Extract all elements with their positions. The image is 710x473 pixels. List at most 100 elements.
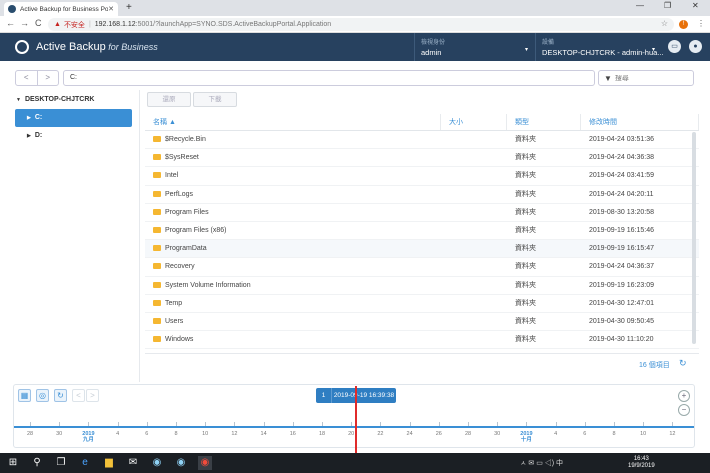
file-modified-text: 2019-04-24 03:51:36 [589, 136, 654, 143]
file-modified: 2019-09-19 16:23:09 [581, 277, 699, 294]
timeline-tick-label: 20 [348, 431, 355, 437]
file-name-text: System Volume Information [165, 281, 251, 289]
system-tray[interactable]: ㅅ ✉ ▭ ◁) 中 [520, 458, 563, 468]
restore-button[interactable]: 還原 [147, 92, 191, 107]
device-selector[interactable]: 設備 DESKTOP-CHJTCRK - admin-hua... ▾ [535, 33, 664, 61]
file-name-text: ProgramData [165, 245, 207, 253]
browser-menu-icon[interactable]: ⋮ [697, 19, 705, 28]
table-row[interactable]: Program Files (x86) 資料夾 2019-09-19 16:15:4… [145, 222, 699, 241]
message-icon[interactable]: ▭ [668, 40, 681, 53]
tab-close-icon[interactable]: ✕ [108, 5, 114, 13]
table-row[interactable]: Temp 資料夾 2019-04-30 12:47:01 [145, 295, 699, 313]
path-toolbar: < > C: ▼ [0, 61, 710, 90]
file-modified: 2019-08-30 13:20:58 [581, 204, 699, 221]
timeline-tick [88, 422, 90, 426]
expand-arrow-icon[interactable]: ▶ [27, 133, 31, 139]
file-size [441, 167, 507, 184]
close-window-icon[interactable]: ✕ [692, 1, 699, 10]
bookmark-star-icon[interactable]: ☆ [661, 19, 668, 28]
app-icon[interactable]: ◉ [150, 456, 164, 470]
task-view-icon[interactable]: ❐ [54, 456, 68, 470]
expand-arrow-icon[interactable]: ▼ [16, 97, 21, 103]
back-arrow-icon[interactable]: ← [6, 18, 15, 28]
taskbar-clock[interactable]: 16:43 19/9/2019 [628, 456, 655, 470]
path-forward-button[interactable]: > [36, 71, 59, 85]
filter-icon[interactable]: ▼ [604, 74, 612, 83]
identity-label: 檢視身份 [421, 40, 446, 46]
file-name: $Recycle.Bin [145, 131, 441, 148]
start-icon[interactable]: ⊞ [6, 456, 20, 470]
column-header-type[interactable]: 類型 [507, 114, 581, 130]
file-explorer-icon[interactable]: ▆ [102, 456, 116, 470]
url-field[interactable]: ▲ 不安全 | 192.168.1.12 :5001/?launchApp=SY… [48, 18, 674, 31]
restore-icon[interactable]: ❐ [664, 1, 671, 10]
tree-item-c[interactable]: ▶ C: [15, 109, 132, 127]
mail-icon[interactable]: ✉ [126, 456, 140, 470]
timeline-prev-button[interactable]: < [72, 389, 85, 402]
timeline-tick [205, 422, 207, 426]
refresh-icon[interactable]: ↻ [679, 358, 687, 369]
path-input[interactable]: C: [63, 70, 595, 86]
browser-tab[interactable]: Active Backup for Business Po... ✕ [4, 2, 118, 16]
timeline-tick [59, 422, 61, 426]
file-size [441, 313, 507, 330]
table-row[interactable]: Intel 資料夾 2019-04-24 03:41:59 [145, 167, 699, 186]
table-row[interactable]: Windows 資料夾 2019-04-30 11:10:20 [145, 331, 699, 350]
column-header-name[interactable]: 名稱 ▲ [145, 114, 441, 130]
file-name: Recovery [145, 258, 441, 275]
timeline-next-button[interactable]: > [86, 389, 99, 402]
table-row[interactable]: Recovery 資料夾 2019-04-24 04:36:37 [145, 258, 699, 277]
timeline-axis[interactable] [14, 426, 694, 428]
zoom-in-icon[interactable]: + [678, 390, 690, 402]
forward-arrow-icon[interactable]: → [20, 18, 29, 28]
app-icon[interactable]: ◉ [174, 456, 188, 470]
file-modified-text: 2019-04-30 12:47:01 [589, 299, 654, 307]
download-button[interactable]: 下載 [193, 92, 237, 107]
file-size [441, 295, 507, 312]
column-header-modified[interactable]: 修改時間 [581, 114, 699, 130]
new-tab-icon[interactable]: + [126, 2, 132, 13]
expand-arrow-icon[interactable]: ▶ [27, 115, 31, 121]
table-row[interactable]: ProgramData 資料夾 2019-09-19 16:15:47 [145, 240, 699, 259]
edge-icon[interactable]: e [78, 456, 92, 470]
timeline-cursor[interactable] [355, 386, 357, 455]
security-label: 不安全 [63, 21, 85, 29]
user-icon[interactable]: ● [689, 40, 702, 53]
reload-icon[interactable]: C [35, 18, 42, 28]
file-type-text: 資料夾 [515, 336, 536, 344]
tree-root-device[interactable]: ▼ DESKTOP-CHJTCRK [16, 96, 94, 103]
file-type: 資料夾 [507, 186, 581, 203]
url-separator: | [88, 21, 91, 28]
timeline-refresh-icon[interactable]: ↻ [54, 389, 67, 402]
tree-item-d[interactable]: ▶ D: [15, 127, 132, 145]
search-icon[interactable]: ⚲ [30, 456, 44, 470]
table-row[interactable]: PerfLogs 資料夾 2019-04-24 04:20:11 [145, 186, 699, 204]
folder-icon [153, 208, 161, 215]
minimize-icon[interactable]: — [636, 1, 644, 10]
zoom-out-icon[interactable]: − [678, 404, 690, 416]
search-box[interactable]: ▼ [598, 70, 694, 86]
grid-scrollbar[interactable] [692, 132, 696, 344]
file-type-text: 資料夾 [515, 226, 536, 234]
timeline-tick-label: 26 [435, 431, 442, 437]
calendar-icon[interactable]: ▦ [18, 389, 31, 402]
identity-selector[interactable]: 檢視身份 admin ▾ [414, 33, 534, 61]
table-row[interactable]: $SysReset 資料夾 2019-04-24 04:36:38 [145, 149, 699, 168]
table-row[interactable]: Users 資料夾 2019-04-30 09:50:45 [145, 313, 699, 332]
table-row[interactable]: $Recycle.Bin 資料夾 2019-04-24 03:51:36 [145, 131, 699, 150]
file-modified: 2019-09-19 16:15:46 [581, 222, 699, 239]
version-index: 1 [316, 388, 332, 403]
locate-icon[interactable]: ◎ [36, 389, 49, 402]
table-row[interactable]: Program Files 資料夾 2019-08-30 13:20:58 [145, 204, 699, 222]
column-header-size[interactable]: 大小 [441, 114, 507, 130]
search-input[interactable] [614, 74, 685, 82]
profile-avatar[interactable]: ! [679, 20, 688, 29]
chrome-icon[interactable]: ◉ [198, 456, 212, 470]
file-name: System Volume Information [145, 277, 441, 294]
file-modified: 2019-04-30 09:50:45 [581, 313, 699, 330]
table-row[interactable]: System Volume Information 資料夾 2019-09-19 1… [145, 277, 699, 295]
timeline-tick [614, 422, 615, 426]
folder-icon [153, 226, 161, 233]
path-back-button[interactable]: < [16, 71, 37, 85]
file-name: Windows [145, 331, 441, 348]
